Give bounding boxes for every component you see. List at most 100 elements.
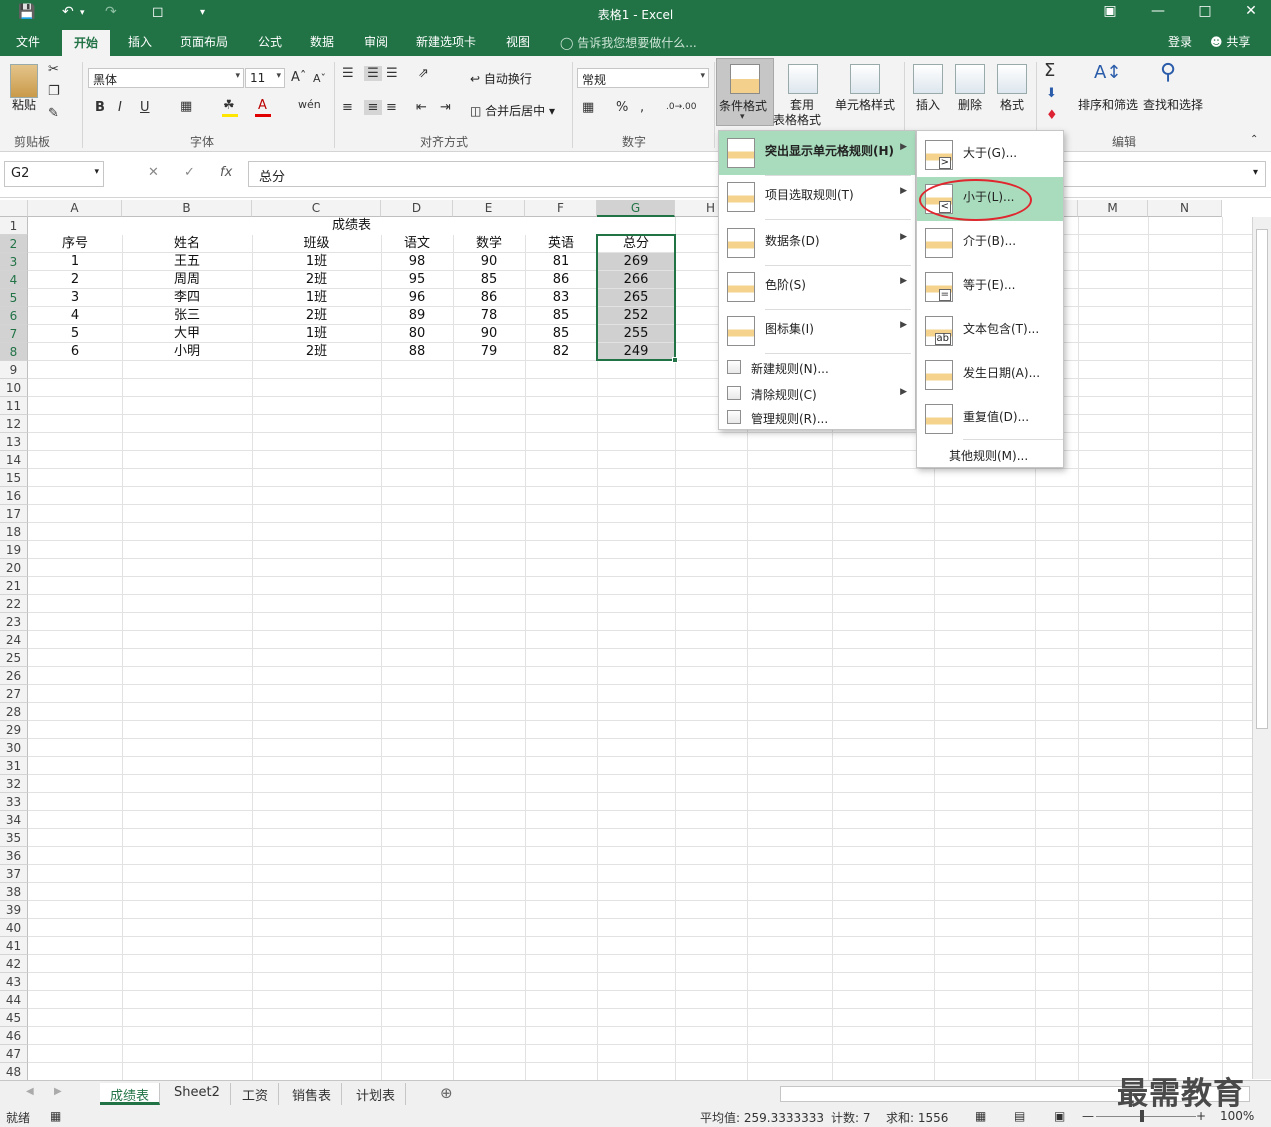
cell[interactable]: 1班 [252,325,381,343]
row-header[interactable]: 30 [0,739,28,757]
font-name-select[interactable]: 黑体 ▾ [88,68,244,88]
cell[interactable]: 80 [381,325,453,343]
minimize-icon[interactable]: — [1143,3,1173,19]
row-header[interactable]: 17 [0,505,28,523]
insert-cells-button[interactable]: 插入 [916,96,940,113]
cell[interactable]: 83 [525,289,597,307]
align-bottom-icon[interactable]: ☰ [386,66,398,81]
sheet-tab-sales[interactable]: 销售表 [282,1083,343,1105]
find-select-button[interactable]: 查找和选择 [1143,96,1203,113]
paste-icon[interactable] [10,64,38,98]
name-box[interactable]: G2 ▾ [4,161,104,187]
align-top-icon[interactable]: ☰ [342,66,354,81]
increase-decimal-icon[interactable]: .0→.00 [666,102,696,112]
cell[interactable]: 数学 [453,235,525,253]
page-break-view-icon[interactable]: ▣ [1054,1109,1065,1123]
phonetic-guide-icon[interactable]: wén [298,98,321,111]
sheet-tab-salary[interactable]: 工资 [232,1083,280,1105]
cell[interactable]: 6 [28,343,122,361]
cell[interactable]: 张三 [122,307,252,325]
table-title[interactable]: 成绩表 [28,217,675,235]
cell[interactable]: 89 [381,307,453,325]
cf-menu-item[interactable]: 色阶(S) ▶ [719,265,915,309]
cell[interactable]: 85 [453,271,525,289]
cell[interactable]: 5 [28,325,122,343]
login-link[interactable]: 登录 [1168,33,1192,50]
column-header-d[interactable]: D [381,200,453,217]
row-header[interactable]: 48 [0,1063,28,1080]
comma-style-icon[interactable]: , [640,100,644,115]
column-header-a[interactable]: A [28,200,122,217]
align-left-icon[interactable]: ≡ [342,100,353,115]
row-header[interactable]: 33 [0,793,28,811]
add-sheet-icon[interactable]: ⊕ [440,1084,453,1102]
row-header[interactable]: 43 [0,973,28,991]
italic-button[interactable]: I [118,100,122,115]
fill-color-icon[interactable]: ☘ [223,98,235,113]
cell[interactable]: 86 [525,271,597,289]
cell[interactable]: 85 [525,307,597,325]
format-cells-button[interactable]: 格式 [1000,96,1024,113]
cell[interactable]: 姓名 [122,235,252,253]
column-header-f[interactable]: F [525,200,597,217]
decrease-indent-icon[interactable]: ⇤ [416,100,427,115]
cell[interactable]: 79 [453,343,525,361]
row-header[interactable]: 4 [0,271,28,289]
cell-styles-button[interactable]: 单元格样式 [835,96,895,113]
insert-function-button[interactable]: fx [220,165,232,180]
maximize-icon[interactable]: □ [1190,3,1220,19]
row-header[interactable]: 5 [0,289,28,307]
cf-menu-item[interactable]: 清除规则(C) ▶ [719,381,915,405]
autosum-icon[interactable]: Σ [1044,60,1055,81]
conditional-format-icon[interactable] [730,64,760,94]
row-header[interactable]: 7 [0,325,28,343]
cut-icon[interactable]: ✂ [48,62,59,77]
tab-formulas[interactable]: 公式 [258,33,282,50]
cell[interactable]: 98 [381,253,453,271]
row-header[interactable]: 20 [0,559,28,577]
highlight-rule-item[interactable]: 介于(B)... [917,221,1063,265]
row-header[interactable]: 14 [0,451,28,469]
next-sheet-icon[interactable]: ▶ [54,1086,62,1097]
sheet-tab-plan[interactable]: 计划表 [346,1083,407,1105]
grow-font-icon[interactable]: Aˆ [291,70,306,85]
fill-handle[interactable] [672,357,678,363]
column-header-g[interactable]: G [597,200,675,217]
row-header[interactable]: 12 [0,415,28,433]
tab-home[interactable]: 开始 [62,30,111,56]
row-header[interactable]: 6 [0,307,28,325]
close-icon[interactable]: ✕ [1236,3,1266,19]
row-header[interactable]: 31 [0,757,28,775]
row-header[interactable]: 15 [0,469,28,487]
cell[interactable]: 1 [28,253,122,271]
format-as-table-icon[interactable] [788,64,818,94]
cell[interactable]: 小明 [122,343,252,361]
column-header-b[interactable]: B [122,200,252,217]
prev-sheet-icon[interactable]: ◀ [26,1086,34,1097]
highlight-rule-item[interactable]: = 等于(E)... [917,265,1063,309]
cell[interactable]: 4 [28,307,122,325]
row-header[interactable]: 36 [0,847,28,865]
column-header-e[interactable]: E [453,200,525,217]
cell[interactable]: 2 [28,271,122,289]
highlight-rule-item[interactable]: 重复值(D)... [917,397,1063,441]
collapse-ribbon-icon[interactable]: ⌃ [1250,134,1258,145]
cf-menu-item[interactable]: 突出显示单元格规则(H) ▶ [719,131,915,175]
row-header[interactable]: 40 [0,919,28,937]
cell[interactable]: 81 [525,253,597,271]
sort-filter-button[interactable]: 排序和筛选 [1078,96,1138,113]
row-header[interactable]: 16 [0,487,28,505]
cell[interactable]: 95 [381,271,453,289]
cell[interactable]: 周周 [122,271,252,289]
highlight-rule-item[interactable]: 其他规则(M)... [917,441,1063,467]
row-header[interactable]: 32 [0,775,28,793]
sheet-tab-sheet2[interactable]: Sheet2 [164,1083,231,1105]
zoom-out-icon[interactable]: — [1082,1109,1094,1123]
cell[interactable]: 班级 [252,235,381,253]
cf-menu-item[interactable]: 数据条(D) ▶ [719,221,915,265]
row-header[interactable]: 41 [0,937,28,955]
cell[interactable]: 2班 [252,271,381,289]
cell[interactable]: 英语 [525,235,597,253]
find-select-icon[interactable]: ⚲ [1160,60,1176,85]
ribbon-display-icon[interactable]: ▣ [1095,3,1125,19]
